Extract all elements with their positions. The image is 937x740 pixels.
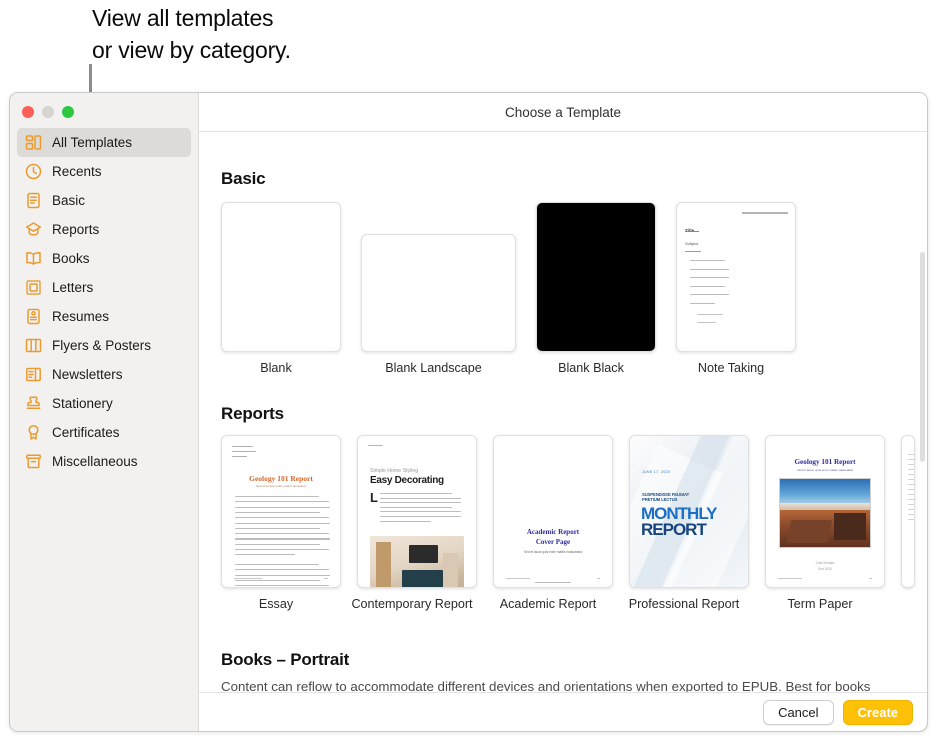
sidebar-item-label: Flyers & Posters xyxy=(52,338,152,353)
window-title: Choose a Template xyxy=(199,93,927,132)
sidebar-item-label: Newsletters xyxy=(52,367,123,382)
template-cell[interactable]: Blank xyxy=(221,202,341,376)
trifold-icon xyxy=(25,338,42,353)
cancel-button[interactable]: Cancel xyxy=(763,699,834,725)
template-thumbnail[interactable]: Title Subject xyxy=(676,202,796,352)
sidebar-item-label: Resumes xyxy=(52,309,110,324)
document-icon xyxy=(27,192,40,209)
template-thumbnail[interactable]: Geology 101 Report Sed ut tei qua nostu … xyxy=(221,435,341,588)
clock-icon xyxy=(25,163,42,180)
template-thumbnail[interactable]: Academic Report Cover Page Sed et lacus … xyxy=(493,435,613,588)
template-name: Note Taking xyxy=(697,361,765,375)
template-name: Term Paper xyxy=(787,597,853,611)
template-name: Essay xyxy=(258,597,294,611)
sidebar-item-label: Certificates xyxy=(52,425,120,440)
section-title: Basic xyxy=(221,169,266,188)
create-button[interactable]: Create xyxy=(842,699,913,725)
sidebar-item-label: Letters xyxy=(52,280,94,295)
template-cell[interactable]: Blank Landscape xyxy=(361,202,516,376)
sidebar-item-recents[interactable]: Recents xyxy=(17,157,191,186)
resume-icon xyxy=(27,308,40,325)
template-cell[interactable] xyxy=(901,435,915,588)
template-name: Professional Report xyxy=(628,597,740,611)
sidebar-item-books[interactable]: Books xyxy=(17,244,191,273)
box-icon xyxy=(26,454,41,469)
stamp-icon xyxy=(26,280,41,295)
template-thumbnail[interactable]: Geology 101 Report Sed ut lacus, quis en… xyxy=(765,435,885,588)
template-thumbnail[interactable] xyxy=(536,202,656,352)
sidebar-item-all-templates[interactable]: All Templates xyxy=(17,128,191,157)
template-cell[interactable]: Blank Black xyxy=(536,202,656,376)
template-name: Contemporary Report xyxy=(351,597,473,611)
zoom-button[interactable] xyxy=(62,106,74,118)
sidebar-item-stationery[interactable]: Stationery xyxy=(17,389,191,418)
section-title: Books – Portrait xyxy=(221,650,350,669)
template-scroll-area[interactable]: Basic Blank Blank Landscape Blank Black Tit… xyxy=(199,132,927,731)
sidebar-item-label: Miscellaneous xyxy=(52,454,138,469)
sidebar: All Templates Recents Basic Reports Books… xyxy=(10,93,199,731)
close-button[interactable] xyxy=(22,106,34,118)
sidebar-item-label: All Templates xyxy=(52,135,133,150)
template-thumbnail[interactable]: JUNE 17, 2020 SUSPENDISSE FEUGIAT PRETIUM… xyxy=(629,435,749,588)
template-name: Academic Report xyxy=(499,597,597,611)
stamp-press-icon xyxy=(26,396,41,410)
sidebar-item-newsletters[interactable]: Newsletters xyxy=(17,360,191,389)
newsletter-icon xyxy=(26,367,41,382)
screenshot-root: View all templates or view by category. … xyxy=(0,0,937,740)
sidebar-item-letters[interactable]: Letters xyxy=(17,273,191,302)
template-cell[interactable]: Geology 101 Report Sed ut lacus, quis en… xyxy=(765,435,885,612)
template-name: Blank Black xyxy=(558,361,624,375)
award-ribbon-icon xyxy=(28,424,39,440)
template-cell[interactable]: Simple Home Styling Easy Decorating L Co… xyxy=(351,435,477,612)
template-cell[interactable]: JUNE 17, 2020 SUSPENDISSE FEUGIAT PRETIUM… xyxy=(629,435,749,612)
section-title: Reports xyxy=(221,404,284,423)
sidebar-item-resumes[interactable]: Resumes xyxy=(17,302,191,331)
callout-text: View all templates or view by category. xyxy=(92,5,291,63)
template-thumbnail[interactable] xyxy=(361,234,516,352)
template-cell[interactable]: Geology 101 Report Sed ut tei qua nostu … xyxy=(221,435,341,612)
sidebar-item-label: Basic xyxy=(52,193,86,208)
template-cell[interactable]: Title Subject Note Taking xyxy=(676,202,796,376)
dialog-footer: Cancel Create xyxy=(199,692,927,731)
window-traffic-lights xyxy=(10,97,198,128)
sidebar-item-certificates[interactable]: Certificates xyxy=(17,418,191,447)
main-panel: Choose a Template Basic Blank Blank Landsc… xyxy=(199,93,927,731)
choose-template-window: All Templates Recents Basic Reports Books… xyxy=(9,92,928,732)
sidebar-item-label: Stationery xyxy=(52,396,113,411)
grid-icon xyxy=(25,135,42,150)
open-book-icon xyxy=(26,252,41,265)
sidebar-item-miscellaneous[interactable]: Miscellaneous xyxy=(17,447,191,476)
minimize-button[interactable] xyxy=(42,106,54,118)
template-cell[interactable]: Academic Report Cover Page Sed et lacus … xyxy=(493,435,613,612)
sidebar-item-label: Books xyxy=(52,251,90,266)
sidebar-item-label: Reports xyxy=(52,222,100,237)
template-thumbnail[interactable] xyxy=(221,202,341,352)
sidebar-item-reports[interactable]: Reports xyxy=(17,215,191,244)
template-name: Blank xyxy=(260,361,292,375)
template-thumbnail[interactable]: Simple Home Styling Easy Decorating L xyxy=(357,435,477,588)
sidebar-item-label: Recents xyxy=(52,164,102,179)
sidebar-item-basic[interactable]: Basic xyxy=(17,186,191,215)
template-name: Blank Landscape xyxy=(385,361,482,375)
graduation-cap-icon xyxy=(25,222,42,236)
vertical-scrollbar[interactable] xyxy=(920,252,925,462)
sidebar-list: All Templates Recents Basic Reports Books… xyxy=(10,128,198,476)
sidebar-item-flyers-posters[interactable]: Flyers & Posters xyxy=(17,331,191,360)
template-thumbnail[interactable] xyxy=(901,435,915,588)
